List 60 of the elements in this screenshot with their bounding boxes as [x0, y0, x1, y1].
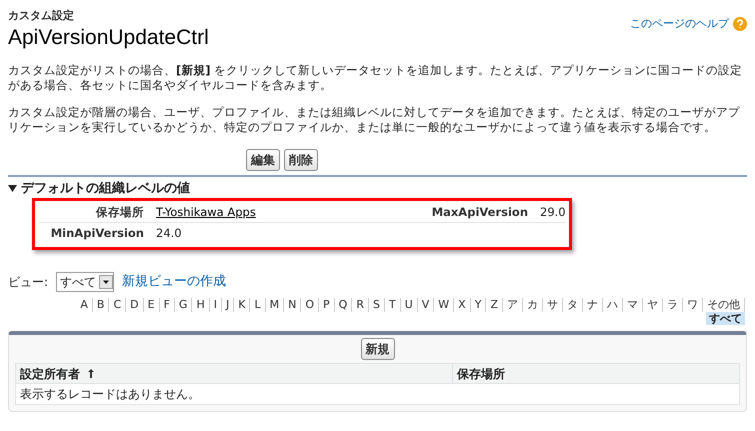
alphabet-filter-link[interactable]: マ — [623, 298, 643, 312]
view-select[interactable]: すべて — [56, 272, 114, 292]
alphabet-filter-link[interactable]: F — [160, 298, 175, 312]
alphabet-filter-link[interactable]: V — [418, 298, 434, 312]
alphabet-filter-link[interactable]: ナ — [583, 298, 603, 312]
field-value-link[interactable]: T-Yoshikawa Apps — [156, 204, 356, 222]
sort-arrow-icon[interactable] — [88, 369, 94, 378]
alphabet-filter-link[interactable]: タ — [563, 298, 583, 312]
alphabet-filter-link[interactable]: Y — [470, 298, 486, 312]
alphabet-filter-link[interactable]: ア — [503, 298, 523, 312]
alphabet-filter-link[interactable]: I — [210, 298, 222, 312]
alphabet-filter-link[interactable]: Q — [334, 298, 352, 312]
column-header[interactable]: 保存場所 — [452, 364, 739, 383]
field-label: MinApiVersion — [50, 225, 144, 242]
alphabet-filter-link[interactable]: A — [76, 298, 93, 312]
alphabet-filter-link[interactable]: D — [126, 298, 144, 312]
empty-message: 表示するレコードはありません。 — [19, 386, 201, 403]
view-label: ビュー: — [8, 274, 48, 291]
alphabet-filter-link[interactable]: カ — [523, 298, 543, 312]
field-value: 29.0 — [540, 204, 566, 221]
alphabet-filter-link[interactable]: T — [384, 298, 401, 312]
field-value: 24.0 — [156, 225, 183, 242]
alphabet-filter-link[interactable]: X — [454, 298, 471, 312]
alphabet-filter-link[interactable]: W — [434, 298, 454, 312]
alphabet-filter-link[interactable]: G — [174, 298, 192, 312]
alphabet-filter-link[interactable]: K — [234, 298, 250, 312]
alphabet-filter-link[interactable]: S — [368, 298, 385, 312]
column-header[interactable]: 設定所有者 — [16, 364, 452, 383]
action-button[interactable]: 削除 — [284, 148, 318, 170]
collapse-triangle-icon[interactable] — [8, 184, 17, 193]
alphabet-filter-link[interactable]: B — [92, 298, 110, 312]
page-subtitle: カスタム設定 — [8, 8, 75, 24]
alphabet-filter-link[interactable]: U — [400, 298, 418, 312]
alphabet-filter-link[interactable]: ラ — [663, 298, 683, 312]
alphabet-filter-link[interactable]: N — [284, 298, 302, 312]
alphabet-filter-link[interactable]: サ — [543, 298, 563, 312]
alphabet-filter-link[interactable]: ハ — [603, 298, 623, 312]
alphabet-filter-link[interactable]: E — [144, 298, 160, 312]
alphabet-filter-link[interactable]: M — [266, 298, 284, 312]
alphabet-filter-link[interactable]: H — [192, 298, 210, 312]
action-button[interactable]: 編集 — [246, 148, 280, 170]
field-label: 保存場所 — [94, 204, 144, 221]
new-button[interactable]: 新規 — [360, 338, 394, 360]
alphabet-filter-link[interactable]: すべて — [706, 312, 745, 325]
page-title: ApiVersionUpdateCtrl — [8, 24, 209, 50]
alphabet-filter-link[interactable]: J — [222, 298, 234, 312]
alphabet-filter-link[interactable]: P — [319, 298, 335, 312]
alphabet-filter-link[interactable]: ワ — [683, 298, 703, 312]
alphabet-filter-link[interactable]: Z — [486, 298, 503, 312]
alphabet-filter-link[interactable]: C — [109, 298, 126, 312]
help-link[interactable]: このページのヘルプ — [630, 16, 729, 32]
description-text: カスタム設定が階層の場合、ユーザ、プロファイル、または組織レベルに対してデータを追加できます。たとえば、特定のユーザがアプリケーションを実行しているかどうか、特定のプロファイルか、または単に一般的なユーザかによって違う値を表示する場合です。 — [8, 104, 741, 134]
create-view-link[interactable]: 新規ビューの作成 — [122, 272, 226, 292]
description-text: カスタム設定がリストの場合、[新規] をクリックして新しいデータセットを追加します。たとえば、アプリケーションに国コードの設定がある場合、各セットに国名やダイヤルコードを含みます。 — [8, 62, 744, 92]
section-title: デフォルトの組織レベルの値 — [21, 180, 190, 198]
field-label: MaxApiVersion — [430, 204, 528, 221]
alphabet-filter-link[interactable]: ヤ — [643, 298, 663, 312]
alphabet-filter-link[interactable]: R — [352, 298, 369, 312]
alphabet-filter-link[interactable]: O — [301, 298, 319, 312]
alphabet-filter-link[interactable]: L — [250, 298, 266, 312]
